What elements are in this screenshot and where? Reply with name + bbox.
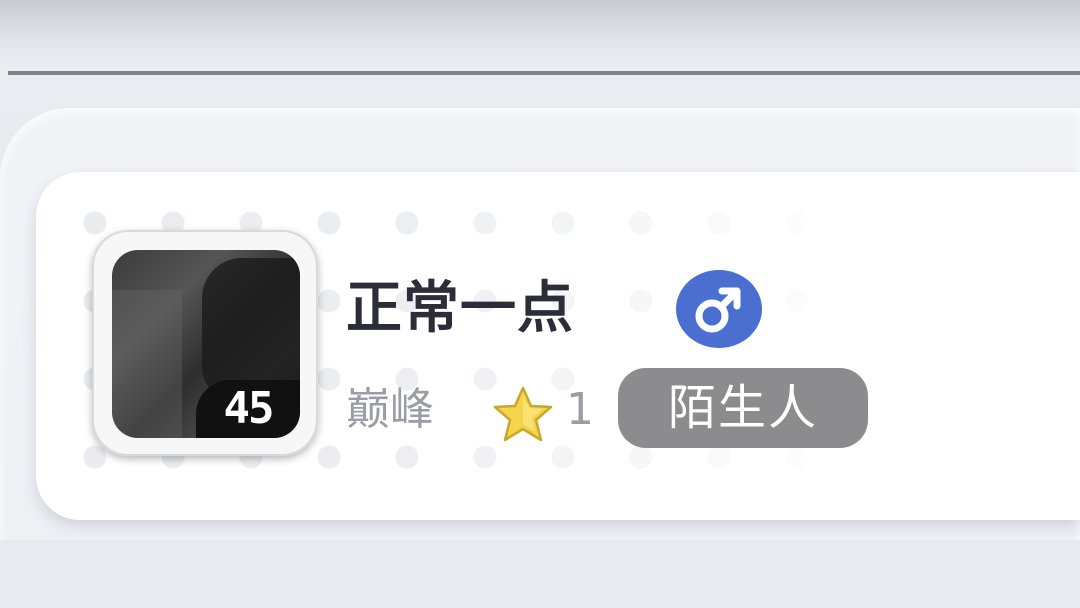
avatar[interactable]: 45 (112, 250, 300, 438)
avatar-image-figure (202, 258, 300, 398)
star-count: 1 (566, 384, 594, 435)
male-icon (676, 270, 762, 348)
relation-tag[interactable]: 陌生人 (618, 368, 868, 448)
top-bar-divider (8, 71, 1080, 75)
avatar-image-detail (112, 290, 182, 438)
player-name: 正常一点 (346, 276, 574, 341)
rank-label: 巅峰 (346, 384, 434, 435)
level-badge: 45 (196, 380, 300, 438)
top-bar (0, 0, 1080, 74)
star-icon (488, 384, 558, 444)
